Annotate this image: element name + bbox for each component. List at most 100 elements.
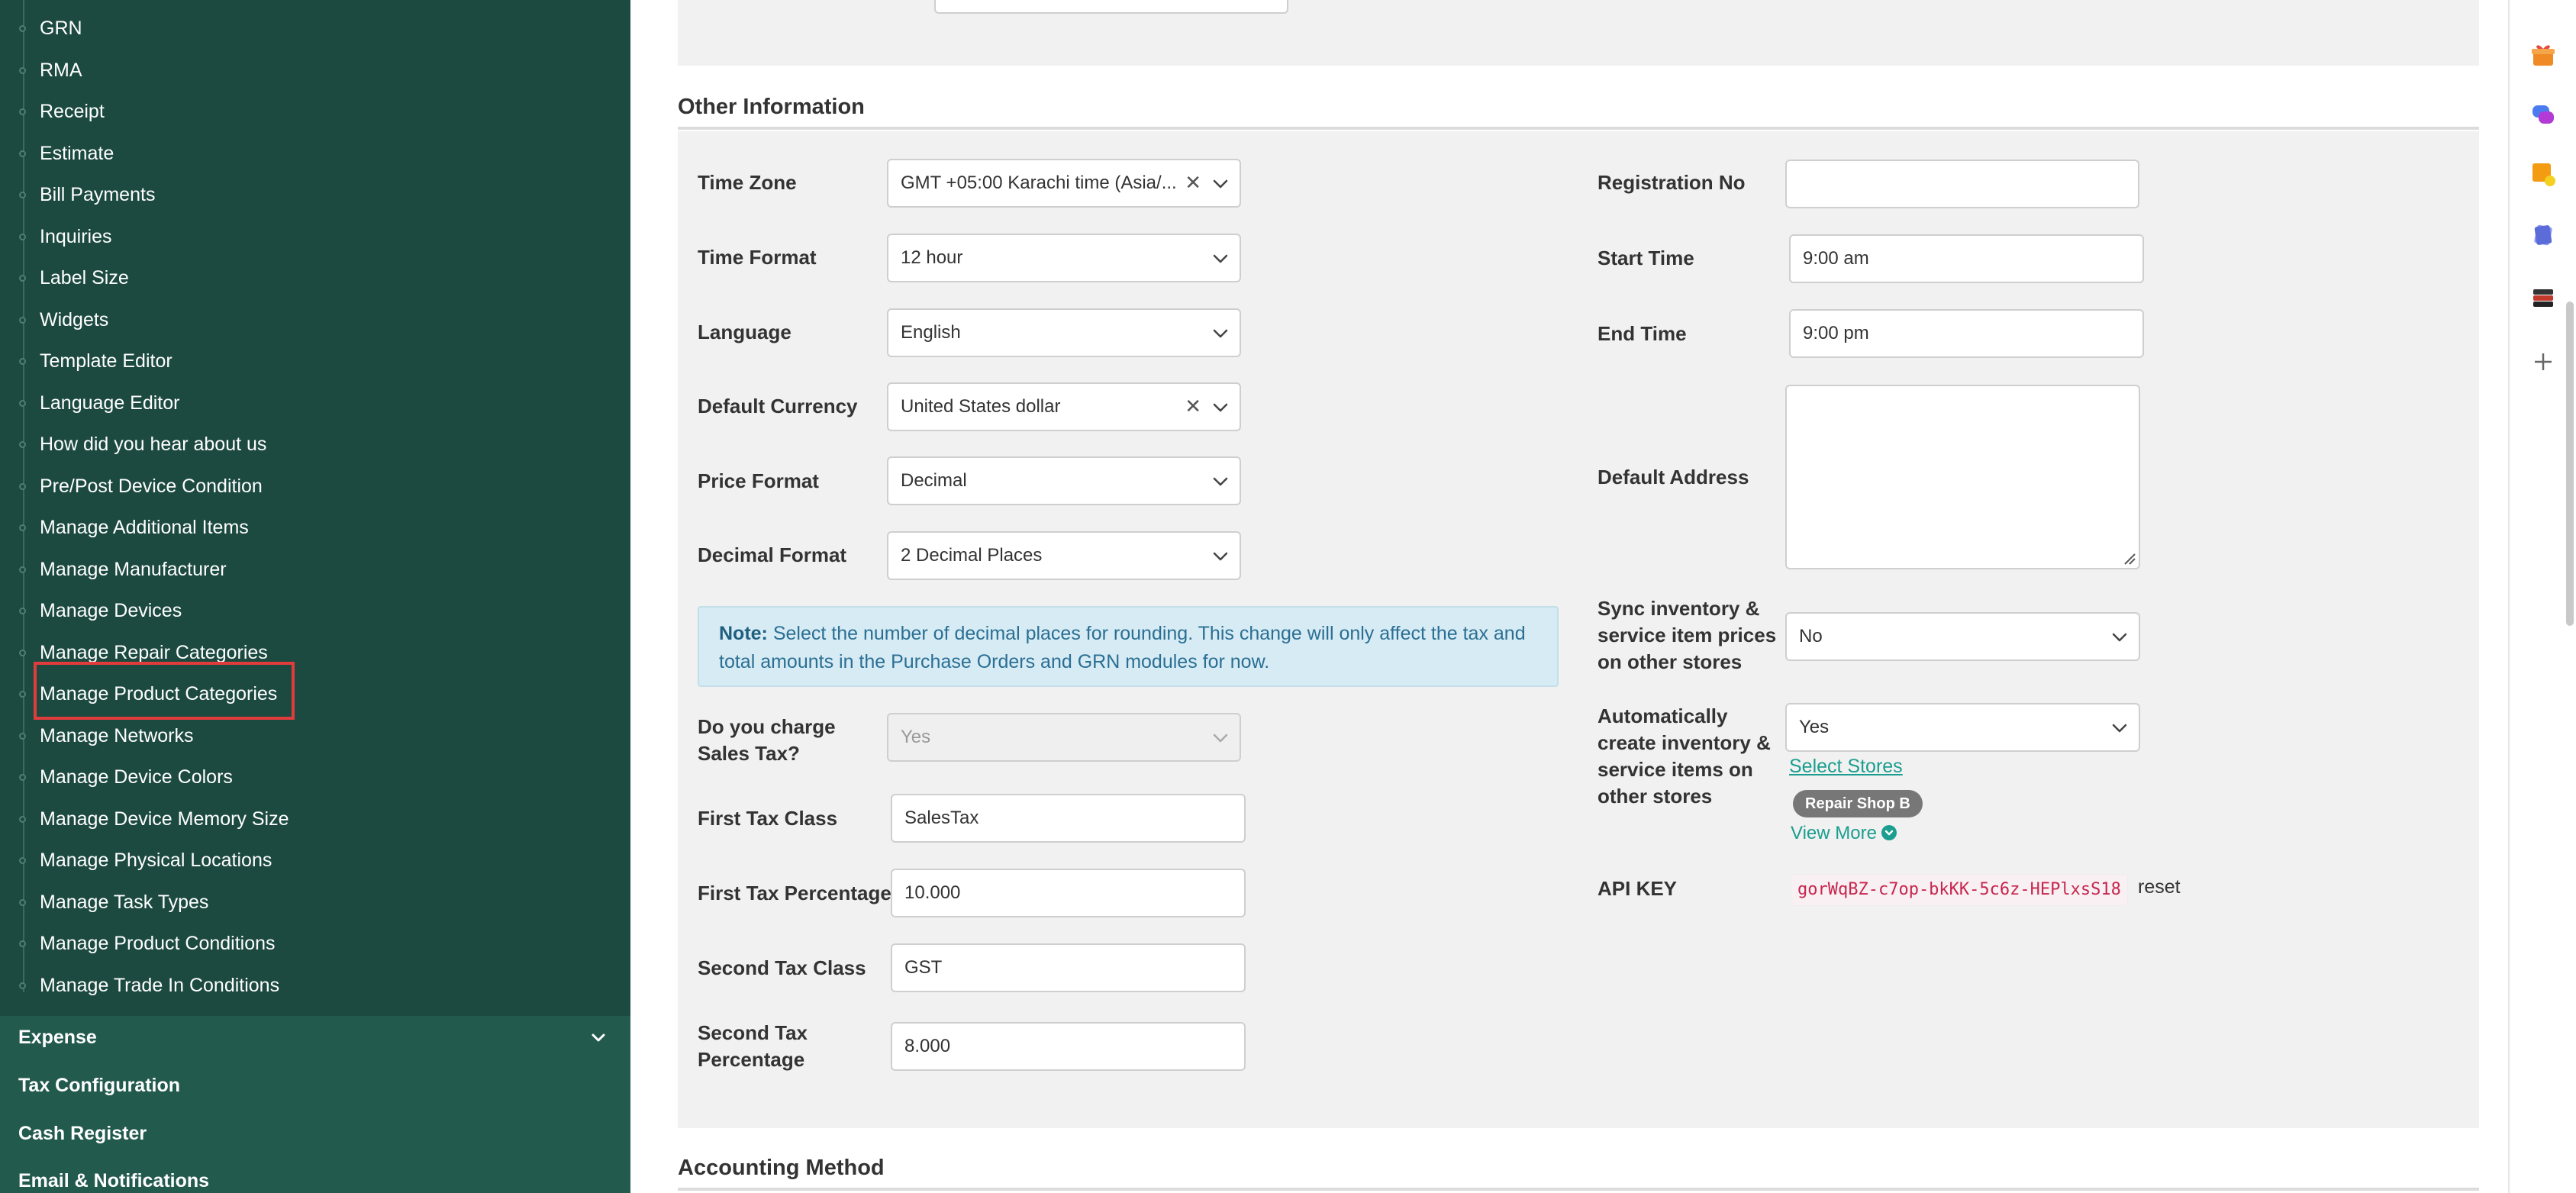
sidebar-item-label: Manage Product Conditions bbox=[40, 933, 276, 954]
second-tax-percentage-input[interactable]: 8.000 bbox=[891, 1022, 1246, 1071]
sidebar-item-manage-repair-categories[interactable]: Manage Repair Categories bbox=[0, 633, 630, 674]
sidebar-item-label: Manage Task Types bbox=[40, 892, 209, 913]
first-tax-class-value: SalesTax bbox=[904, 808, 979, 828]
default-currency-select[interactable]: United States dollar ✕ bbox=[887, 382, 1241, 431]
chevron-down-icon bbox=[2112, 633, 2127, 642]
language-select[interactable]: English bbox=[887, 308, 1241, 357]
sidebar-item-manage-physical-locations[interactable]: Manage Physical Locations bbox=[0, 840, 630, 882]
time-zone-select[interactable]: GMT +05:00 Karachi time (Asia/... ✕ bbox=[887, 159, 1241, 208]
cards-icon[interactable] bbox=[2529, 221, 2557, 249]
sidebar-item-manage-manufacturer[interactable]: Manage Manufacturer bbox=[0, 550, 630, 591]
time-format-select[interactable]: 12 hour bbox=[887, 234, 1241, 282]
sidebar-item-label: Manage Repair Categories bbox=[40, 642, 268, 663]
charge-sales-tax-select[interactable]: Yes bbox=[887, 713, 1241, 762]
start-time-input[interactable]: 9:00 am bbox=[1789, 234, 2144, 283]
sidebar-item-label: Widgets bbox=[40, 309, 109, 330]
charge-sales-tax-label: Do you charge Sales Tax? bbox=[698, 715, 836, 765]
sidebar-item-manage-trade-in-conditions[interactable]: Manage Trade In Conditions bbox=[0, 966, 630, 1007]
plus-icon[interactable] bbox=[2529, 348, 2557, 376]
auto-create-select[interactable]: Yes bbox=[1785, 703, 2140, 752]
sidebar-item-manage-device-memory-size[interactable]: Manage Device Memory Size bbox=[0, 799, 630, 840]
previous-section-panel bbox=[678, 0, 2479, 66]
sidebar-item-language-editor[interactable]: Language Editor bbox=[0, 383, 630, 424]
previous-field-input[interactable] bbox=[934, 0, 1288, 14]
sidebar-item-label: Receipt bbox=[40, 101, 105, 122]
first-tax-percentage-input[interactable]: 10.000 bbox=[891, 869, 1246, 917]
sidebar-item-manage-device-colors[interactable]: Manage Device Colors bbox=[0, 757, 630, 798]
sidebar-item-bill-payments[interactable]: Bill Payments bbox=[0, 175, 630, 216]
sidebar-item-manage-additional-items[interactable]: Manage Additional Items bbox=[0, 508, 630, 549]
sidebar-item-manage-product-categories[interactable]: Manage Product Categories bbox=[0, 674, 630, 715]
sidebar-item-template-editor[interactable]: Template Editor bbox=[0, 341, 630, 382]
sidebar-item-rma[interactable]: RMA bbox=[0, 50, 630, 92]
api-key-label: API KEY bbox=[1598, 877, 1678, 900]
tree-node-icon bbox=[19, 234, 26, 240]
sidebar-item-label: How did you hear about us bbox=[40, 434, 267, 455]
resize-grip-icon[interactable] bbox=[2122, 551, 2136, 565]
sidebar-item-label: Estimate bbox=[40, 143, 114, 164]
sidebar-item-pre-post-device-condition[interactable]: Pre/Post Device Condition bbox=[0, 466, 630, 508]
select-stores-link[interactable]: Select Stores bbox=[1789, 756, 1903, 778]
sidebar-item-widgets[interactable]: Widgets bbox=[0, 300, 630, 341]
api-key-reset-link[interactable]: reset bbox=[2138, 876, 2181, 898]
tree-node-icon bbox=[19, 982, 26, 989]
chevron-down-icon bbox=[1213, 552, 1228, 561]
auto-create-label: Automatically create inventory & service… bbox=[1598, 705, 1771, 808]
tree-node-icon bbox=[19, 483, 26, 490]
sidebar-item-estimate[interactable]: Estimate bbox=[0, 134, 630, 175]
gift-icon[interactable] bbox=[2529, 41, 2557, 69]
language-value: English bbox=[901, 322, 961, 343]
stack-icon[interactable] bbox=[2529, 284, 2557, 311]
second-tax-class-input[interactable]: GST bbox=[891, 943, 1246, 992]
sidebar-item-how-did-you-hear-about-us[interactable]: How did you hear about us bbox=[0, 424, 630, 466]
default-currency-value: United States dollar bbox=[901, 396, 1061, 417]
tree-node-icon bbox=[19, 816, 26, 823]
charge-sales-tax-value: Yes bbox=[901, 727, 931, 747]
first-tax-class-label: First Tax Class bbox=[698, 807, 838, 830]
sidebar-item-manage-task-types[interactable]: Manage Task Types bbox=[0, 882, 630, 924]
sidebar-item-grn[interactable]: GRN bbox=[0, 8, 630, 50]
sidebar-item-inquiries[interactable]: Inquiries bbox=[0, 217, 630, 258]
clear-icon[interactable]: ✕ bbox=[1185, 395, 1201, 418]
sidebar-item-receipt[interactable]: Receipt bbox=[0, 92, 630, 133]
first-tax-class-input[interactable]: SalesTax bbox=[891, 794, 1246, 843]
nav-cash-register[interactable]: Cash Register bbox=[0, 1112, 630, 1158]
sidebar-item-manage-product-conditions[interactable]: Manage Product Conditions bbox=[0, 924, 630, 965]
chat-bubble-icon[interactable] bbox=[2529, 101, 2557, 128]
price-format-label: Price Format bbox=[698, 469, 819, 492]
sidebar-item-manage-networks[interactable]: Manage Networks bbox=[0, 716, 630, 757]
store-badge: Repair Shop B bbox=[1793, 790, 1923, 817]
sidebar-item-label: Manage Device Memory Size bbox=[40, 808, 289, 830]
sidebar-item-label: Manage Networks bbox=[40, 725, 194, 746]
start-time-value: 9:00 am bbox=[1803, 248, 1869, 269]
nav-tax-configuration[interactable]: Tax Configuration bbox=[0, 1064, 630, 1110]
price-format-select[interactable]: Decimal bbox=[887, 456, 1241, 505]
sidebar-item-label-size[interactable]: Label Size bbox=[0, 258, 630, 299]
sync-inventory-value: No bbox=[1799, 626, 1823, 646]
end-time-value: 9:00 pm bbox=[1803, 323, 1869, 343]
sync-inventory-select[interactable]: No bbox=[1785, 612, 2140, 661]
sidebar-item-label: Manage Trade In Conditions bbox=[40, 975, 280, 996]
tree-node-icon bbox=[19, 940, 26, 947]
clear-icon[interactable]: ✕ bbox=[1185, 171, 1201, 195]
nav-expense[interactable]: Expense bbox=[0, 1016, 630, 1062]
scrollbar-thumb[interactable] bbox=[2566, 301, 2574, 626]
sidebar-item-label: Manage Additional Items bbox=[40, 517, 249, 538]
tree-node-icon bbox=[19, 275, 26, 282]
chevron-down-icon bbox=[1213, 403, 1228, 412]
view-more-link[interactable]: View More bbox=[1791, 823, 1897, 844]
nav-email-notifications[interactable]: Email & Notifications bbox=[0, 1159, 630, 1193]
nav-cash-register-label: Cash Register bbox=[18, 1123, 147, 1144]
tree-node-icon bbox=[19, 524, 26, 531]
default-address-textarea[interactable] bbox=[1785, 385, 2140, 569]
registration-no-label: Registration No bbox=[1598, 171, 1746, 194]
end-time-input[interactable]: 9:00 pm bbox=[1789, 309, 2144, 358]
sticky-note-icon[interactable] bbox=[2529, 160, 2557, 188]
chevron-down-icon bbox=[592, 1033, 605, 1042]
sidebar-item-manage-devices[interactable]: Manage Devices bbox=[0, 591, 630, 632]
tree-node-icon bbox=[19, 733, 26, 740]
nav-tax-configuration-label: Tax Configuration bbox=[18, 1075, 181, 1096]
registration-no-input[interactable] bbox=[1785, 160, 2139, 208]
tree-node-icon bbox=[19, 192, 26, 198]
decimal-format-select[interactable]: 2 Decimal Places bbox=[887, 531, 1241, 580]
